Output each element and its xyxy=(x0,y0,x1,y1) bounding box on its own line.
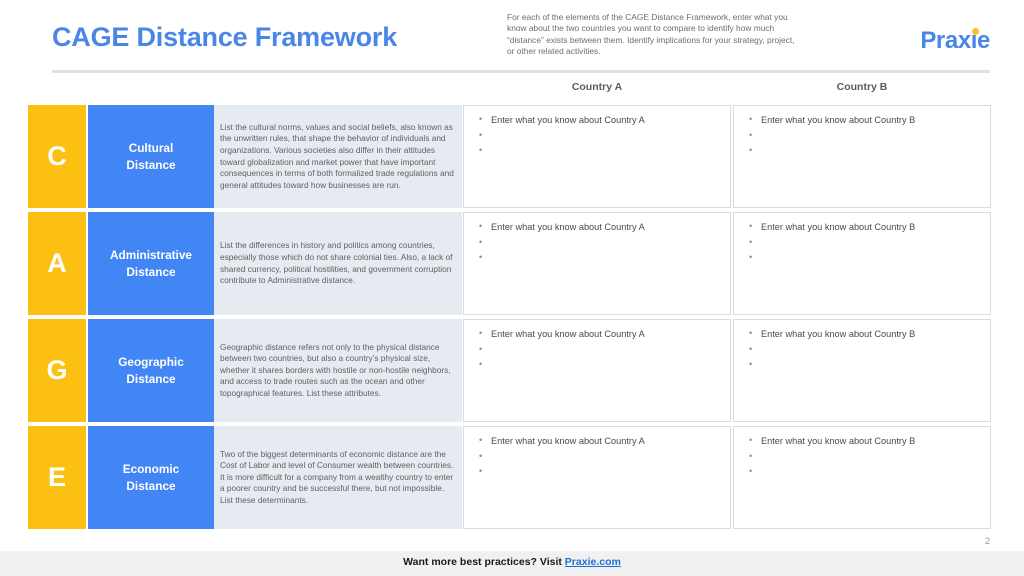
list-item[interactable]: Enter what you know about Country A xyxy=(472,433,722,450)
table-row: C Cultural Distance List the cultural no… xyxy=(0,105,1024,208)
bullet-list: Enter what you know about Country A xyxy=(472,433,722,481)
slide-header: CAGE Distance Framework For each of the … xyxy=(0,0,1024,73)
entry-box-country-a[interactable]: Enter what you know about Country A xyxy=(463,426,731,529)
list-item[interactable]: Enter what you know about Country B xyxy=(742,326,982,343)
row-name-cell: Economic Distance xyxy=(88,426,214,529)
row-name-cell: Cultural Distance xyxy=(88,105,214,208)
intro-description: For each of the elements of the CAGE Dis… xyxy=(507,12,795,57)
row-name-line1: Administrative xyxy=(110,247,192,262)
list-item[interactable]: Enter what you know about Country A xyxy=(472,326,722,343)
row-name-line2: Distance xyxy=(126,157,176,172)
list-item[interactable] xyxy=(472,357,722,374)
entry-box-country-b[interactable]: Enter what you know about Country B xyxy=(733,426,991,529)
row-description: Two of the biggest determinants of econo… xyxy=(214,426,462,529)
list-item[interactable]: Enter what you know about Country B xyxy=(742,112,982,129)
row-description: List the differences in history and poli… xyxy=(214,212,462,315)
list-item[interactable]: Enter what you know about Country B xyxy=(742,433,982,450)
page-number: 2 xyxy=(984,536,990,546)
bullet-list: Enter what you know about Country A xyxy=(472,219,722,267)
list-item[interactable] xyxy=(742,464,982,481)
row-description-text: Geographic distance refers not only to t… xyxy=(220,341,451,398)
bullet-list: Enter what you know about Country A xyxy=(472,112,722,160)
bullet-list: Enter what you know about Country B xyxy=(742,433,982,481)
row-name-line2: Distance xyxy=(126,371,176,386)
cage-grid: C Cultural Distance List the cultural no… xyxy=(0,105,1024,533)
page-title: CAGE Distance Framework xyxy=(52,22,398,52)
entry-box-country-a[interactable]: Enter what you know about Country A xyxy=(463,212,731,315)
entry-box-country-b[interactable]: Enter what you know about Country B xyxy=(733,212,991,315)
header-divider xyxy=(52,70,990,73)
column-header-country-a: Country A xyxy=(571,81,623,93)
row-description: List the cultural norms, values and soci… xyxy=(214,105,462,208)
list-item[interactable] xyxy=(742,342,982,359)
row-letter-badge: C xyxy=(28,105,86,208)
list-item[interactable] xyxy=(742,357,982,374)
list-item[interactable] xyxy=(472,143,722,160)
list-item[interactable]: Enter what you know about Country B xyxy=(742,219,982,236)
brand-name: Praxie xyxy=(920,27,990,54)
row-description-text: List the differences in history and poli… xyxy=(220,240,453,286)
list-item[interactable] xyxy=(472,250,722,267)
bullet-list: Enter what you know about Country B xyxy=(742,219,982,267)
row-description-text: Two of the biggest determinants of econo… xyxy=(220,448,454,505)
row-name-line2: Distance xyxy=(126,264,176,279)
list-item[interactable] xyxy=(742,449,982,466)
row-letter-badge: A xyxy=(28,212,86,315)
praxie-logo[interactable]: Praxie xyxy=(920,27,990,55)
list-item[interactable] xyxy=(472,128,722,145)
row-letter-badge: E xyxy=(28,426,86,529)
list-item[interactable] xyxy=(472,464,722,481)
row-name-cell: Administrative Distance xyxy=(88,212,214,315)
entry-box-country-b[interactable]: Enter what you know about Country B xyxy=(733,105,991,208)
row-name-cell: Geographic Distance xyxy=(88,319,214,422)
list-item[interactable] xyxy=(742,128,982,145)
list-item[interactable] xyxy=(472,342,722,359)
footer-cta-text: Want more best practices? Visit xyxy=(403,556,565,568)
list-item[interactable] xyxy=(472,449,722,466)
row-letter-badge: G xyxy=(28,319,86,422)
row-name-line1: Geographic xyxy=(118,354,184,369)
entry-box-country-a[interactable]: Enter what you know about Country A xyxy=(463,319,731,422)
list-item[interactable] xyxy=(742,235,982,252)
dot-icon xyxy=(972,28,979,35)
list-item[interactable]: Enter what you know about Country A xyxy=(472,112,722,129)
row-name-line1: Cultural xyxy=(128,140,174,155)
bullet-list: Enter what you know about Country A xyxy=(472,326,722,374)
table-row: G Geographic Distance Geographic distanc… xyxy=(0,319,1024,422)
column-header-country-b: Country B xyxy=(836,81,888,93)
list-item[interactable] xyxy=(742,250,982,267)
list-item[interactable] xyxy=(472,235,722,252)
list-item[interactable] xyxy=(742,143,982,160)
entry-box-country-b[interactable]: Enter what you know about Country B xyxy=(733,319,991,422)
list-item[interactable]: Enter what you know about Country A xyxy=(472,219,722,236)
praxie-link[interactable]: Praxie.com xyxy=(565,556,621,568)
table-row: E Economic Distance Two of the biggest d… xyxy=(0,426,1024,529)
row-description-text: List the cultural norms, values and soci… xyxy=(220,121,454,190)
bullet-list: Enter what you know about Country B xyxy=(742,326,982,374)
footer-cta: Want more best practices? Visit Praxie.c… xyxy=(0,556,1024,568)
row-name-line2: Distance xyxy=(126,478,176,493)
row-name-line1: Economic xyxy=(122,461,180,476)
bullet-list: Enter what you know about Country B xyxy=(742,112,982,160)
table-row: A Administrative Distance List the diffe… xyxy=(0,212,1024,315)
entry-box-country-a[interactable]: Enter what you know about Country A xyxy=(463,105,731,208)
row-description: Geographic distance refers not only to t… xyxy=(214,319,462,422)
